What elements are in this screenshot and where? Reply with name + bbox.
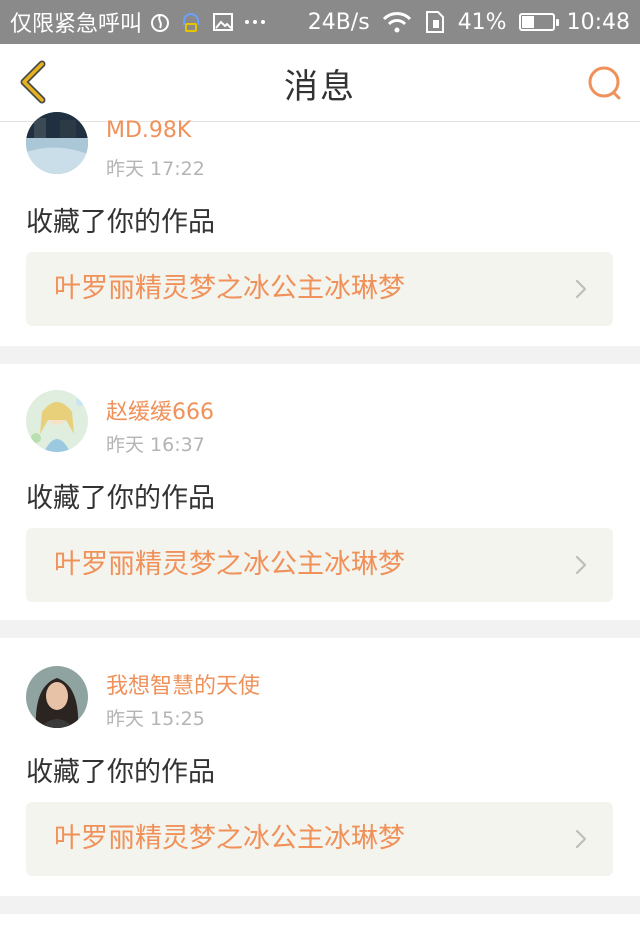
avatar[interactable] — [26, 666, 88, 728]
chevron-right-icon — [575, 279, 587, 299]
work-link[interactable]: 叶罗丽精灵梦之冰公主冰琳梦 — [26, 528, 613, 602]
work-link[interactable]: 叶罗丽精灵梦之冰公主冰琳梦 — [26, 802, 613, 876]
list-item: 赵缓缓666 昨天 16:37 收藏了你的作品 叶罗丽精灵梦之冰公主冰琳梦 — [0, 364, 640, 620]
page-title: 消息 — [284, 66, 356, 107]
battery-icon — [518, 13, 559, 31]
status-right: 24B/s 41% 10:48 — [308, 10, 630, 35]
list-item: 我想智慧的天使 昨天 15:25 收藏了你的作品 叶罗丽精灵梦之冰公主冰琳梦 — [0, 638, 640, 896]
username[interactable]: 我想智慧的天使 — [106, 668, 260, 700]
carrier-text: 仅限紧急呼叫 — [10, 12, 143, 37]
avatar[interactable] — [26, 390, 88, 452]
work-title: 叶罗丽精灵梦之冰公主冰琳梦 — [54, 549, 405, 580]
fire-icon — [151, 14, 170, 32]
chevron-right-icon — [575, 555, 587, 575]
list-item — [0, 914, 640, 934]
nav-bar: 消息 — [0, 44, 640, 122]
timestamp: 昨天 17:22 — [106, 158, 205, 180]
work-link[interactable]: 叶罗丽精灵梦之冰公主冰琳梦 — [26, 252, 613, 326]
action-text: 收藏了你的作品 — [26, 207, 215, 238]
work-title: 叶罗丽精灵梦之冰公主冰琳梦 — [54, 823, 405, 854]
status-icons — [150, 11, 266, 33]
battery-percent: 41% — [457, 9, 507, 35]
network-speed: 24B/s — [307, 9, 370, 35]
image-icon — [213, 13, 234, 31]
wifi-icon — [382, 12, 411, 33]
username[interactable]: 赵缓缓666 — [106, 394, 214, 426]
sim-icon — [425, 11, 444, 33]
username[interactable]: MD.98K — [106, 118, 191, 143]
work-title: 叶罗丽精灵梦之冰公主冰琳梦 — [54, 273, 405, 304]
status-bar: 仅限紧急呼叫 24B/s 41% 10:48 — [0, 0, 640, 44]
more-icon — [245, 20, 266, 24]
list-item: MD.98K 昨天 17:22 收藏了你的作品 叶罗丽精灵梦之冰公主冰琳梦 — [0, 112, 640, 346]
clock: 10:48 — [566, 9, 630, 35]
timestamp: 昨天 15:25 — [106, 708, 205, 730]
action-text: 收藏了你的作品 — [26, 757, 215, 788]
avatar[interactable] — [26, 112, 88, 174]
timestamp: 昨天 16:37 — [106, 434, 205, 456]
headset-icon — [183, 13, 200, 32]
search-icon[interactable] — [586, 64, 624, 102]
chevron-right-icon — [575, 829, 587, 849]
action-text: 收藏了你的作品 — [26, 483, 215, 514]
